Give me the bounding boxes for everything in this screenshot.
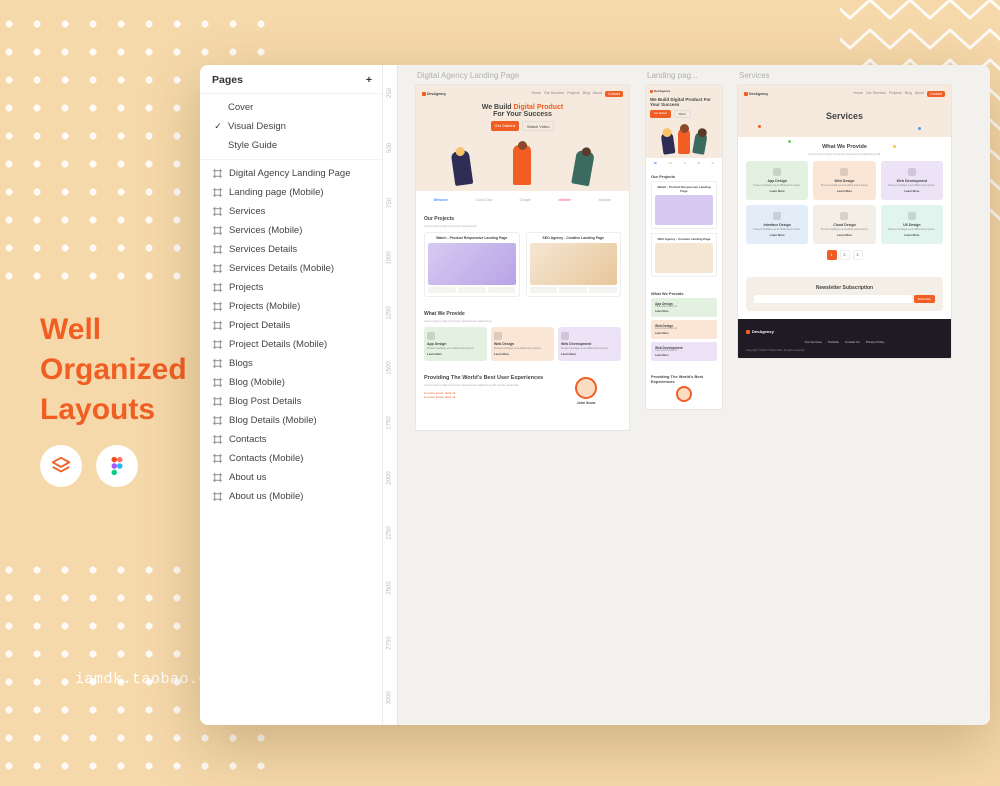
page-list: CoverVisual DesignStyle Guide: [200, 94, 382, 160]
brand-logo: DevAgency: [422, 92, 446, 96]
frame-item[interactable]: Blog Post Details: [200, 392, 382, 411]
frame-icon: [212, 320, 223, 331]
pager: 1 2 3: [746, 250, 943, 260]
frame-icon: [212, 358, 223, 369]
project-card: SEO Agency - Creative Landing Page: [526, 232, 622, 297]
layers-icon: [40, 445, 82, 487]
nav-links: HomeOur ServicesProjectsBlogAboutContact: [532, 91, 623, 97]
ruler-vertical: 2505007501000125015001750200022502500275…: [383, 65, 398, 725]
frame-icon: [212, 206, 223, 217]
service-tile: App DesignLorem ipsum dolor sit.Learn Mo…: [651, 298, 717, 317]
projects-section: Our Projects Lorem ipsum dolor sit amet …: [416, 209, 629, 304]
panel-header: Pages +: [200, 65, 382, 94]
frame-item[interactable]: About us (Mobile): [200, 487, 382, 506]
canvas[interactable]: 2505007501000125015001750200022502500275…: [383, 65, 990, 725]
frame-icon: [212, 472, 223, 483]
frame-item[interactable]: Contacts: [200, 430, 382, 449]
ux-section: Providing The World's Best User Experien…: [416, 368, 629, 430]
artboard-label: Services: [739, 71, 952, 80]
frame-item[interactable]: Project Details: [200, 316, 382, 335]
service-tile: Web DesignPresent similique ea at offici…: [491, 327, 554, 361]
page-item[interactable]: Style Guide: [200, 136, 382, 155]
service-tile: Web DevelopmentPresent similique ea at o…: [558, 327, 621, 361]
pages-panel: Pages + CoverVisual DesignStyle Guide Di…: [200, 65, 383, 725]
artboard-landing-desktop[interactable]: Digital Agency Landing Page DevAgency Ho…: [415, 71, 630, 706]
frame-item[interactable]: Services Details: [200, 240, 382, 259]
hero-illustration: [422, 137, 623, 185]
hero-title: Well Organized Layouts: [40, 310, 187, 430]
service-tile: App DesignPresent similique ea at offici…: [746, 161, 808, 200]
page-item[interactable]: Visual Design: [200, 117, 382, 136]
panel-title: Pages: [212, 74, 243, 86]
frame-icon: [212, 282, 223, 293]
service-tile: Cloud DesignPresent similique ea at offi…: [813, 205, 875, 244]
frame-icon: [212, 396, 223, 407]
page-item[interactable]: Cover: [200, 98, 382, 117]
tool-badges: [40, 445, 138, 487]
cta-primary: Get Started: [491, 121, 519, 131]
frame-item[interactable]: Services Details (Mobile): [200, 259, 382, 278]
frame-icon: [212, 491, 223, 502]
service-tile: App DesignPresent similique ea at offici…: [424, 327, 487, 361]
project-card: Watch - Product Responsive Landing Page: [424, 232, 520, 297]
brand-row: BēhanceCoca-ColaGoogledribbbleamazon: [416, 191, 629, 209]
newsletter: Newsletter Subscription Subscribe: [746, 277, 943, 311]
frame-item[interactable]: Contacts (Mobile): [200, 449, 382, 468]
artboard-services[interactable]: Services DevAgency HomeOur ServicesProje…: [737, 71, 952, 359]
artboard-landing-mobile[interactable]: Landing pag... DevAgency We Build Digita…: [645, 71, 723, 410]
hero-headline: We Build Digital ProductFor Your Success: [422, 104, 623, 118]
frame-item[interactable]: Projects: [200, 278, 382, 297]
frame-item[interactable]: Project Details (Mobile): [200, 335, 382, 354]
cta-row: Get Started Watch Video: [422, 121, 623, 131]
service-tile: UX DesignPresent similique ea at officia…: [881, 205, 943, 244]
frame-list: Digital Agency Landing PageLanding page …: [200, 160, 382, 510]
hero-section: DevAgency HomeOur ServicesProjectsBlogAb…: [416, 85, 629, 191]
artboard-label: Landing pag...: [647, 71, 723, 80]
frame-item[interactable]: About us: [200, 468, 382, 487]
frame-icon: [212, 377, 223, 388]
frame-item[interactable]: Services: [200, 202, 382, 221]
frame-icon: [212, 263, 223, 274]
artboard-label: Digital Agency Landing Page: [417, 71, 630, 80]
frame-item[interactable]: Landing page (Mobile): [200, 183, 382, 202]
frame-item[interactable]: Blogs: [200, 354, 382, 373]
avatar: [575, 377, 597, 399]
frame-icon: [212, 301, 223, 312]
frame-item[interactable]: Blog Details (Mobile): [200, 411, 382, 430]
frame-item[interactable]: Services (Mobile): [200, 221, 382, 240]
footer: DevAgency Our ServicesPortfolioContact U…: [738, 319, 951, 358]
frame-icon: [212, 453, 223, 464]
service-tile: Web DevelopmentPresent similique ea at o…: [881, 161, 943, 200]
service-tile: Interface DesignPresent similique ea at …: [746, 205, 808, 244]
frame-icon: [212, 225, 223, 236]
frame-icon: [212, 434, 223, 445]
frame-icon: [212, 244, 223, 255]
frame-item[interactable]: Blog (Mobile): [200, 373, 382, 392]
figma-icon: [96, 445, 138, 487]
cta-secondary: Watch Video: [522, 121, 554, 131]
frame-icon: [212, 187, 223, 198]
frame-icon: [212, 339, 223, 350]
add-page-button[interactable]: +: [366, 75, 372, 86]
frame-item[interactable]: Projects (Mobile): [200, 297, 382, 316]
figma-window: Pages + CoverVisual DesignStyle Guide Di…: [200, 65, 990, 725]
frame-icon: [212, 168, 223, 179]
service-tile: Web DesignPresent similique ea at offici…: [813, 161, 875, 200]
service-tile: Web DesignLorem ipsum dolor sit.Learn Mo…: [651, 320, 717, 339]
provide-section: What We Provide Lorem ipsum dolor sit am…: [416, 304, 629, 368]
frame-item[interactable]: Digital Agency Landing Page: [200, 164, 382, 183]
service-tile: Web DevelopmentLorem ipsum dolor sit.Lea…: [651, 342, 717, 361]
frame-icon: [212, 415, 223, 426]
